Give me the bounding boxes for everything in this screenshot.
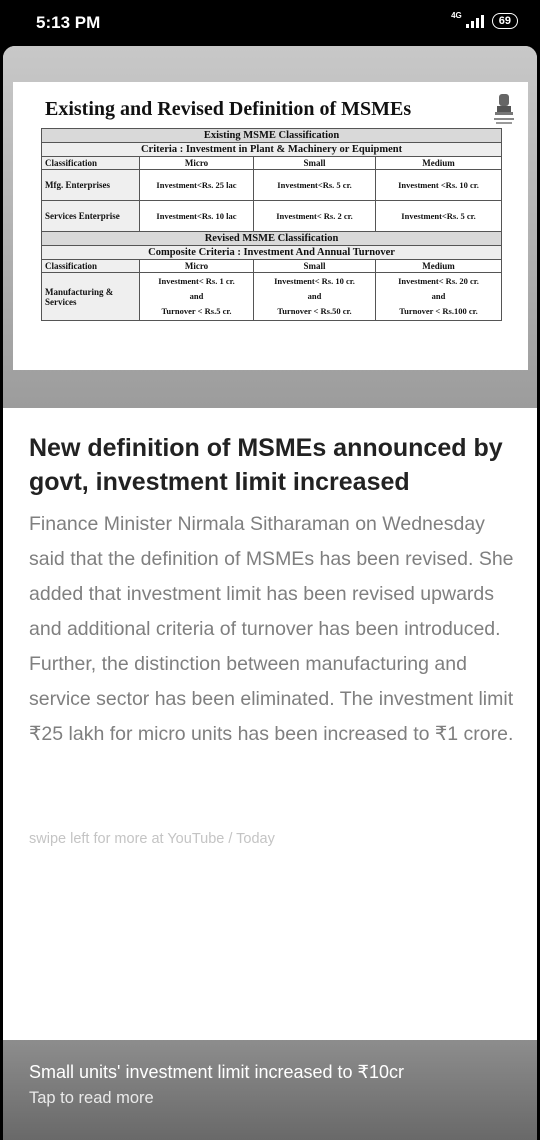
cell-line: Turnover < Rs.50 cr. — [277, 306, 352, 316]
cell-line: and — [431, 291, 446, 301]
cell-line: and — [189, 291, 204, 301]
row-label: Mfg. Enterprises — [41, 169, 140, 201]
image-title: Existing and Revised Definition of MSMEs — [45, 98, 412, 120]
column-header: Small — [253, 259, 376, 273]
column-header: Classification — [41, 259, 140, 273]
row-label: Services Enterprise — [41, 200, 140, 232]
cell-line: Investment< Rs. 1 cr. — [158, 276, 235, 286]
cell-line: Investment< Rs. 10 cr. — [274, 276, 355, 286]
table-cell: Investment< Rs. 2 cr. — [253, 200, 376, 232]
tap-to-read-more[interactable]: Tap to read more — [29, 1089, 154, 1108]
column-header: Micro — [139, 259, 254, 273]
battery-icon: 69 — [491, 13, 518, 29]
table-cell: Investment< Rs. 10 cr. and Turnover < Rs… — [253, 272, 376, 321]
column-header: Small — [253, 156, 376, 170]
cell-line: Turnover < Rs.5 cr. — [161, 306, 232, 316]
column-header: Medium — [374, 259, 503, 273]
read-more-footer[interactable]: Small units' investment limit increased … — [3, 1040, 537, 1140]
table-cell: Investment<Rs. 25 lac — [139, 169, 254, 201]
article-image-area[interactable]: Existing and Revised Definition of MSMEs… — [3, 46, 537, 408]
table-cell: Investment< Rs. 1 cr. and Turnover < Rs.… — [139, 272, 254, 321]
network-type-label: 4G — [451, 10, 462, 20]
revised-heading: Revised MSME Classification — [40, 231, 503, 246]
signal-icon — [465, 14, 484, 28]
table-cell: Investment<Rs. 5 cr. — [374, 200, 503, 232]
row-label: Manufacturing & Services — [41, 272, 140, 321]
table-cell: Investment< Rs. 20 cr. and Turnover < Rs… — [374, 272, 503, 321]
article-image: Existing and Revised Definition of MSMEs… — [13, 82, 528, 370]
existing-heading: Existing MSME Classification — [40, 128, 503, 143]
status-bar: 5:13 PM 4G 69 — [0, 0, 540, 46]
footer-title: Small units' investment limit increased … — [29, 1062, 405, 1082]
article-headline[interactable]: New definition of MSMEs announced by gov… — [29, 431, 519, 499]
source-link[interactable]: swipe left for more at YouTube / Today — [29, 831, 275, 847]
cell-line: Turnover < Rs.100 cr. — [399, 306, 478, 316]
column-header: Medium — [374, 156, 503, 170]
column-header: Micro — [139, 156, 254, 170]
table-cell: Investment <Rs. 10 cr. — [374, 169, 503, 201]
status-icons: 4G 69 — [451, 10, 518, 29]
national-emblem-icon — [494, 94, 514, 124]
existing-criteria: Criteria : Investment in Plant & Machine… — [40, 142, 503, 157]
table-cell: Investment<Rs. 10 lac — [139, 200, 254, 232]
revised-criteria: Composite Criteria : Investment And Annu… — [40, 245, 503, 260]
msme-classification-table: Existing MSME Classification Criteria : … — [40, 128, 503, 321]
news-card[interactable]: Existing and Revised Definition of MSMEs… — [3, 46, 537, 1140]
status-time: 5:13 PM — [36, 13, 101, 32]
table-cell: Investment<Rs. 5 cr. — [253, 169, 376, 201]
cell-line: and — [307, 291, 322, 301]
column-header: Classification — [41, 156, 140, 170]
article-body: Finance Minister Nirmala Sitharaman on W… — [29, 513, 514, 745]
cell-line: Investment< Rs. 20 cr. — [398, 276, 479, 286]
